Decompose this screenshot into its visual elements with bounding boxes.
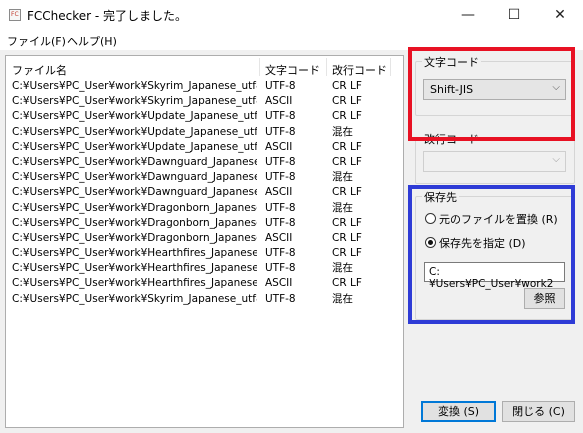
cell-newline: 混在 (332, 171, 353, 184)
table-row[interactable]: C:¥Users¥PC_User¥work¥Update_Japanese_ut… (6, 140, 403, 155)
cell-encoding: UTF-8 (265, 110, 296, 123)
cell-filename: C:¥Users¥PC_User¥work¥Skyrim_Japanese_ut… (12, 80, 257, 92)
cell-filename: C:¥Users¥PC_User¥work¥Skyrim_Japanese_ut… (12, 95, 257, 108)
table-row[interactable]: C:¥Users¥PC_User¥work¥Skyrim_Japanese_ut… (6, 292, 403, 307)
maximize-button[interactable]: ☐ (491, 0, 537, 30)
file-list[interactable]: ファイル名 文字コード 改行コード C:¥Users¥PC_User¥work¥… (5, 55, 404, 428)
destination-path-input[interactable]: C:¥Users¥PC_User¥work2 (424, 262, 565, 290)
convert-button[interactable]: 変換 (S) (421, 401, 496, 422)
cell-filename: C:¥Users¥PC_User¥work¥Dawnguard_Japanese… (12, 186, 257, 199)
column-header-newline[interactable]: 改行コード (332, 62, 387, 78)
cell-encoding: UTF-8 (265, 201, 296, 214)
table-row[interactable]: C:¥Users¥PC_User¥work¥Update_Japanese_ut… (6, 125, 403, 140)
table-row[interactable]: C:¥Users¥PC_User¥work¥Update_Japanese_ut… (6, 109, 403, 124)
minimize-button[interactable]: — (445, 0, 491, 30)
cell-encoding: UTF-8 (265, 80, 296, 92)
table-row[interactable]: C:¥Users¥PC_User¥work¥Dawnguard_Japanese… (6, 155, 403, 170)
column-divider[interactable] (390, 58, 391, 76)
cell-encoding: ASCII (265, 186, 293, 199)
cell-encoding: ASCII (265, 231, 293, 244)
menu-file[interactable]: ファイル(F) (7, 33, 66, 49)
menu-bar: ファイル(F) ヘルプ(H) (0, 30, 583, 50)
cell-filename: C:¥Users¥PC_User¥work¥Dragonborn_Japanes… (12, 216, 257, 229)
title-bar: FC FCChecker - 完了しました。 — ☐ ✕ (0, 0, 583, 30)
newline-group: 改行コード ⌵ (415, 131, 575, 184)
chevron-down-icon: ⌵ (552, 82, 560, 93)
table-row[interactable]: C:¥Users¥PC_User¥work¥Hearthfires_Japane… (6, 246, 403, 261)
table-row[interactable]: C:¥Users¥PC_User¥work¥Dragonborn_Japanes… (6, 216, 403, 231)
table-row[interactable]: C:¥Users¥PC_User¥work¥Dragonborn_Japanes… (6, 201, 403, 216)
cell-encoding: UTF-8 (265, 171, 296, 184)
cell-newline: CR LF (332, 140, 362, 153)
cell-newline: CR LF (332, 277, 362, 290)
column-divider[interactable] (259, 58, 260, 76)
cell-newline: CR LF (332, 216, 362, 229)
cell-filename: C:¥Users¥PC_User¥work¥Update_Japanese_ut… (12, 125, 257, 138)
encoding-select[interactable]: Shift-JIS ⌵ (423, 79, 566, 100)
radio-button-icon (425, 213, 436, 224)
radio-specify-label: 保存先を指定 (D) (439, 237, 526, 250)
cell-filename: C:¥Users¥PC_User¥work¥Dragonborn_Japanes… (12, 231, 257, 244)
table-row[interactable]: C:¥Users¥PC_User¥work¥Dawnguard_Japanese… (6, 185, 403, 200)
chevron-down-icon: ⌵ (552, 154, 560, 165)
table-row[interactable]: C:¥Users¥PC_User¥work¥Skyrim_Japanese_ut… (6, 94, 403, 109)
cell-filename: C:¥Users¥PC_User¥work¥Hearthfires_Japane… (12, 277, 257, 290)
cell-encoding: UTF-8 (265, 155, 296, 168)
list-header: ファイル名 文字コード 改行コード (6, 56, 403, 78)
encoding-group-label: 文字コード (422, 54, 481, 70)
close-button[interactable]: 閉じる (C) (502, 401, 575, 422)
cell-newline: CR LF (332, 155, 362, 168)
cell-encoding: UTF-8 (265, 262, 296, 275)
cell-newline: 混在 (332, 125, 353, 138)
cell-filename: C:¥Users¥PC_User¥work¥Hearthfires_Japane… (12, 247, 257, 260)
radio-button-icon (425, 237, 436, 248)
encoding-select-value: Shift-JIS (430, 83, 474, 96)
column-header-encoding[interactable]: 文字コード (265, 62, 320, 78)
cell-filename: C:¥Users¥PC_User¥work¥Dawnguard_Japanese… (12, 171, 257, 184)
cell-encoding: UTF-8 (265, 125, 296, 138)
encoding-group: 文字コード Shift-JIS ⌵ (415, 54, 575, 116)
radio-replace-label: 元のファイルを置換 (R) (439, 213, 558, 226)
cell-newline: CR LF (332, 231, 362, 244)
window-title: FCChecker - 完了しました。 (27, 9, 188, 23)
radio-replace-original[interactable]: 元のファイルを置換 (R) (425, 211, 558, 227)
cell-filename: C:¥Users¥PC_User¥work¥Dragonborn_Japanes… (12, 201, 257, 214)
destination-group: 保存先 元のファイルを置換 (R) 保存先を指定 (D) C:¥Users¥PC… (415, 189, 575, 320)
cell-newline: CR LF (332, 247, 362, 260)
cell-newline: CR LF (332, 110, 362, 123)
list-rows: C:¥Users¥PC_User¥work¥Skyrim_Japanese_ut… (6, 79, 403, 307)
cell-newline: 混在 (332, 201, 353, 214)
cell-encoding: ASCII (265, 95, 293, 108)
table-row[interactable]: C:¥Users¥PC_User¥work¥Dawnguard_Japanese… (6, 170, 403, 185)
menu-help[interactable]: ヘルプ(H) (67, 33, 117, 49)
cell-encoding: UTF-8 (265, 216, 296, 229)
browse-button[interactable]: 参照 (524, 288, 565, 309)
table-row[interactable]: C:¥Users¥PC_User¥work¥Hearthfires_Japane… (6, 261, 403, 276)
newline-group-label: 改行コード (422, 131, 481, 147)
cell-newline: 混在 (332, 292, 353, 305)
cell-filename: C:¥Users¥PC_User¥work¥Hearthfires_Japane… (12, 262, 257, 275)
table-row[interactable]: C:¥Users¥PC_User¥work¥Skyrim_Japanese_ut… (6, 79, 403, 94)
cell-filename: C:¥Users¥PC_User¥work¥Update_Japanese_ut… (12, 140, 257, 153)
column-header-filename[interactable]: ファイル名 (12, 62, 67, 78)
newline-select[interactable]: ⌵ (423, 151, 566, 172)
close-window-button[interactable]: ✕ (537, 0, 583, 30)
column-divider[interactable] (326, 58, 327, 76)
cell-newline: CR LF (332, 80, 362, 92)
cell-filename: C:¥Users¥PC_User¥work¥Dawnguard_Japanese… (12, 155, 257, 168)
app-icon: FC (9, 9, 21, 21)
radio-specify-destination[interactable]: 保存先を指定 (D) (425, 235, 526, 251)
cell-encoding: UTF-8 (265, 247, 296, 260)
cell-filename: C:¥Users¥PC_User¥work¥Skyrim_Japanese_ut… (12, 292, 257, 305)
cell-encoding: UTF-8 (265, 292, 296, 305)
cell-newline: 混在 (332, 262, 353, 275)
destination-group-label: 保存先 (422, 189, 459, 205)
cell-filename: C:¥Users¥PC_User¥work¥Update_Japanese_ut… (12, 110, 257, 123)
cell-newline: CR LF (332, 186, 362, 199)
table-row[interactable]: C:¥Users¥PC_User¥work¥Dragonborn_Japanes… (6, 231, 403, 246)
cell-encoding: ASCII (265, 140, 293, 153)
cell-encoding: ASCII (265, 277, 293, 290)
table-row[interactable]: C:¥Users¥PC_User¥work¥Hearthfires_Japane… (6, 276, 403, 291)
cell-newline: CR LF (332, 95, 362, 108)
